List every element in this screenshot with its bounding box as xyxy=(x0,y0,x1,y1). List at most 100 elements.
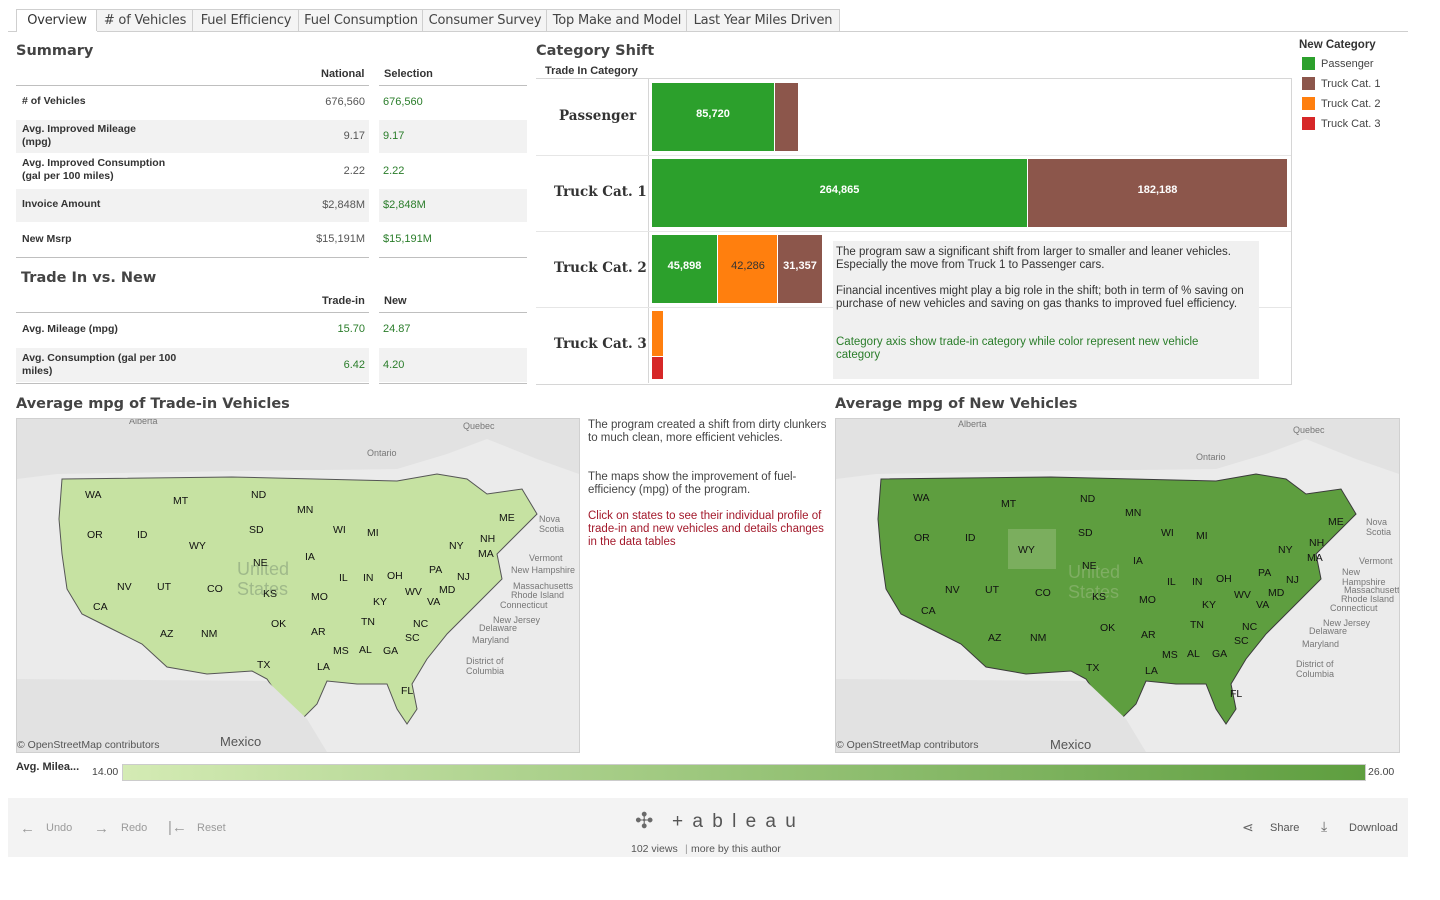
bar-truck1-truck1[interactable]: 182,188 xyxy=(1027,159,1287,227)
new-vehicles-map[interactable]: Alberta Ontario Quebec Vermont New Hamps… xyxy=(835,418,1400,753)
legend-label[interactable]: Passenger xyxy=(1321,58,1374,70)
bar-truck2-truck2[interactable]: 42,286 xyxy=(717,235,778,303)
new-value: 4.20 xyxy=(383,359,405,371)
state-label: WV xyxy=(1234,589,1251,601)
more-by-author-link[interactable]: more by this author xyxy=(691,843,781,855)
trade-in-map[interactable]: Alberta Ontario Quebec Vermont New Hamps… xyxy=(16,418,580,753)
state-label: CO xyxy=(207,583,223,595)
reset-button[interactable]: Reset xyxy=(197,822,226,834)
view-count: 102 views xyxy=(631,843,678,855)
state-label: LA xyxy=(1145,665,1158,677)
tab-last-year-miles-driven[interactable]: Last Year Miles Driven xyxy=(686,9,840,31)
tab-top-make-and-model[interactable]: Top Make and Model xyxy=(546,9,688,31)
state-label: NJ xyxy=(457,571,470,583)
legend-label[interactable]: Truck Cat. 1 xyxy=(1321,78,1381,90)
tradein-value: 6.42 xyxy=(343,359,365,371)
download-button[interactable]: Download xyxy=(1349,822,1398,834)
state-label: WI xyxy=(333,524,346,536)
state-label: NH xyxy=(1309,537,1325,549)
col-national: National xyxy=(321,68,365,80)
state-label: VA xyxy=(1256,599,1270,611)
map-attribution[interactable]: © OpenStreetMap contributors xyxy=(17,739,160,751)
state-label: SC xyxy=(1234,635,1249,647)
state-label: AL xyxy=(1187,648,1200,660)
bar-truck2-passenger[interactable]: 45,898 xyxy=(652,235,717,303)
state-label: NM xyxy=(1030,632,1047,644)
place-label: New Hampshire xyxy=(1342,567,1386,587)
state-label: ND xyxy=(251,489,267,501)
new-map-title: Average mpg of New Vehicles xyxy=(835,396,1078,412)
category-note-p2: Financial incentives might play a big ro… xyxy=(836,285,1244,310)
tab-consumer-survey[interactable]: Consumer Survey xyxy=(422,9,548,31)
bar-truck2-truck1[interactable]: 31,357 xyxy=(777,235,822,303)
map-attribution[interactable]: © OpenStreetMap contributors xyxy=(836,739,979,751)
color-legend-min: 14.00 xyxy=(92,766,119,778)
reset-icon[interactable]: |← xyxy=(168,819,187,836)
legend-label[interactable]: Truck Cat. 2 xyxy=(1321,98,1381,110)
state-label: MN xyxy=(297,504,314,516)
summary-title: Summary xyxy=(16,43,94,59)
tab-fuel-consumption[interactable]: Fuel Consumption xyxy=(298,9,424,31)
legend-swatch[interactable] xyxy=(1302,77,1315,90)
tab-overview[interactable]: Overview xyxy=(16,9,98,32)
bar-truck3-truck3[interactable] xyxy=(652,356,663,379)
download-icon[interactable]: ⤓ xyxy=(1321,818,1327,835)
state-label: FL xyxy=(1230,688,1243,700)
bar-truck1-passenger[interactable]: 264,865 xyxy=(652,159,1027,227)
state-label: CO xyxy=(1035,587,1051,599)
state-label: NE xyxy=(1082,560,1097,572)
state-label: NY xyxy=(1278,544,1293,556)
summary-national-value: 2.22 xyxy=(343,165,365,177)
state-label: OK xyxy=(1100,622,1116,634)
summary-row-label: Avg. Improved Consumption (gal per 100 m… xyxy=(22,157,166,182)
state-label: WY xyxy=(189,540,206,552)
tab-number-of-vehicles[interactable]: # of Vehicles xyxy=(96,9,194,31)
redo-button[interactable]: Redo xyxy=(121,822,147,834)
redo-icon[interactable]: → xyxy=(94,820,109,837)
place-label: District of Columbia xyxy=(466,656,505,676)
color-legend-gradient[interactable] xyxy=(122,764,1366,781)
category-note-p1: The program saw a significant shift from… xyxy=(836,246,1232,271)
state-label: OR xyxy=(87,529,103,541)
state-label: MO xyxy=(1139,594,1156,606)
summary-national-value: $2,848M xyxy=(322,199,365,211)
place-label: Maryland xyxy=(1302,639,1340,649)
undo-button[interactable]: Undo xyxy=(46,822,72,834)
share-button[interactable]: Share xyxy=(1270,822,1299,834)
trade-row-label: Avg. Consumption (gal per 100 miles) xyxy=(22,352,177,377)
bar-truck3-truck2[interactable] xyxy=(652,311,663,356)
place-label: New Hampshire xyxy=(511,565,576,575)
bar-passenger-truck1[interactable] xyxy=(774,83,798,151)
state-label: IA xyxy=(1133,555,1143,567)
place-label: Alberta xyxy=(958,419,987,429)
tableau-brand[interactable]: + a b l e a u xyxy=(672,811,798,833)
state-label: SD xyxy=(249,524,264,536)
legend-swatch[interactable] xyxy=(1302,57,1315,70)
state-label: WY xyxy=(1018,544,1035,556)
bar-passenger-passenger[interactable]: 85,720 xyxy=(652,83,774,151)
tab-fuel-efficiency[interactable]: Fuel Efficiency xyxy=(192,9,300,31)
state-label: WA xyxy=(85,489,102,501)
place-label: Nova Scotia xyxy=(539,514,565,534)
place-label: Ontario xyxy=(367,448,397,458)
state-label: MD xyxy=(1268,587,1285,599)
trade-map-title: Average mpg of Trade-in Vehicles xyxy=(16,396,290,412)
state-label: AR xyxy=(1141,629,1156,641)
place-label: Delaware xyxy=(479,623,518,633)
col-new: New xyxy=(384,295,407,307)
state-label: IL xyxy=(1167,576,1176,588)
trade-title: Trade In vs. New xyxy=(21,270,157,286)
place-label: Maryland xyxy=(472,635,510,645)
tableau-logo-icon[interactable]: ✣ xyxy=(635,808,653,834)
tab-bar: Overview # of Vehicles Fuel Efficiency F… xyxy=(8,9,1408,32)
legend-swatch[interactable] xyxy=(1302,97,1315,110)
category-label: Truck Cat. 1 xyxy=(554,184,647,200)
state-label: KY xyxy=(1202,599,1217,611)
place-label: Delaware xyxy=(1309,626,1348,636)
share-icon[interactable]: ⋖ xyxy=(1242,819,1254,836)
legend-swatch[interactable] xyxy=(1302,117,1315,130)
legend-label[interactable]: Truck Cat. 3 xyxy=(1321,118,1381,130)
state-label: NH xyxy=(480,533,496,545)
undo-icon[interactable]: ← xyxy=(20,820,35,837)
state-label: MS xyxy=(333,645,349,657)
